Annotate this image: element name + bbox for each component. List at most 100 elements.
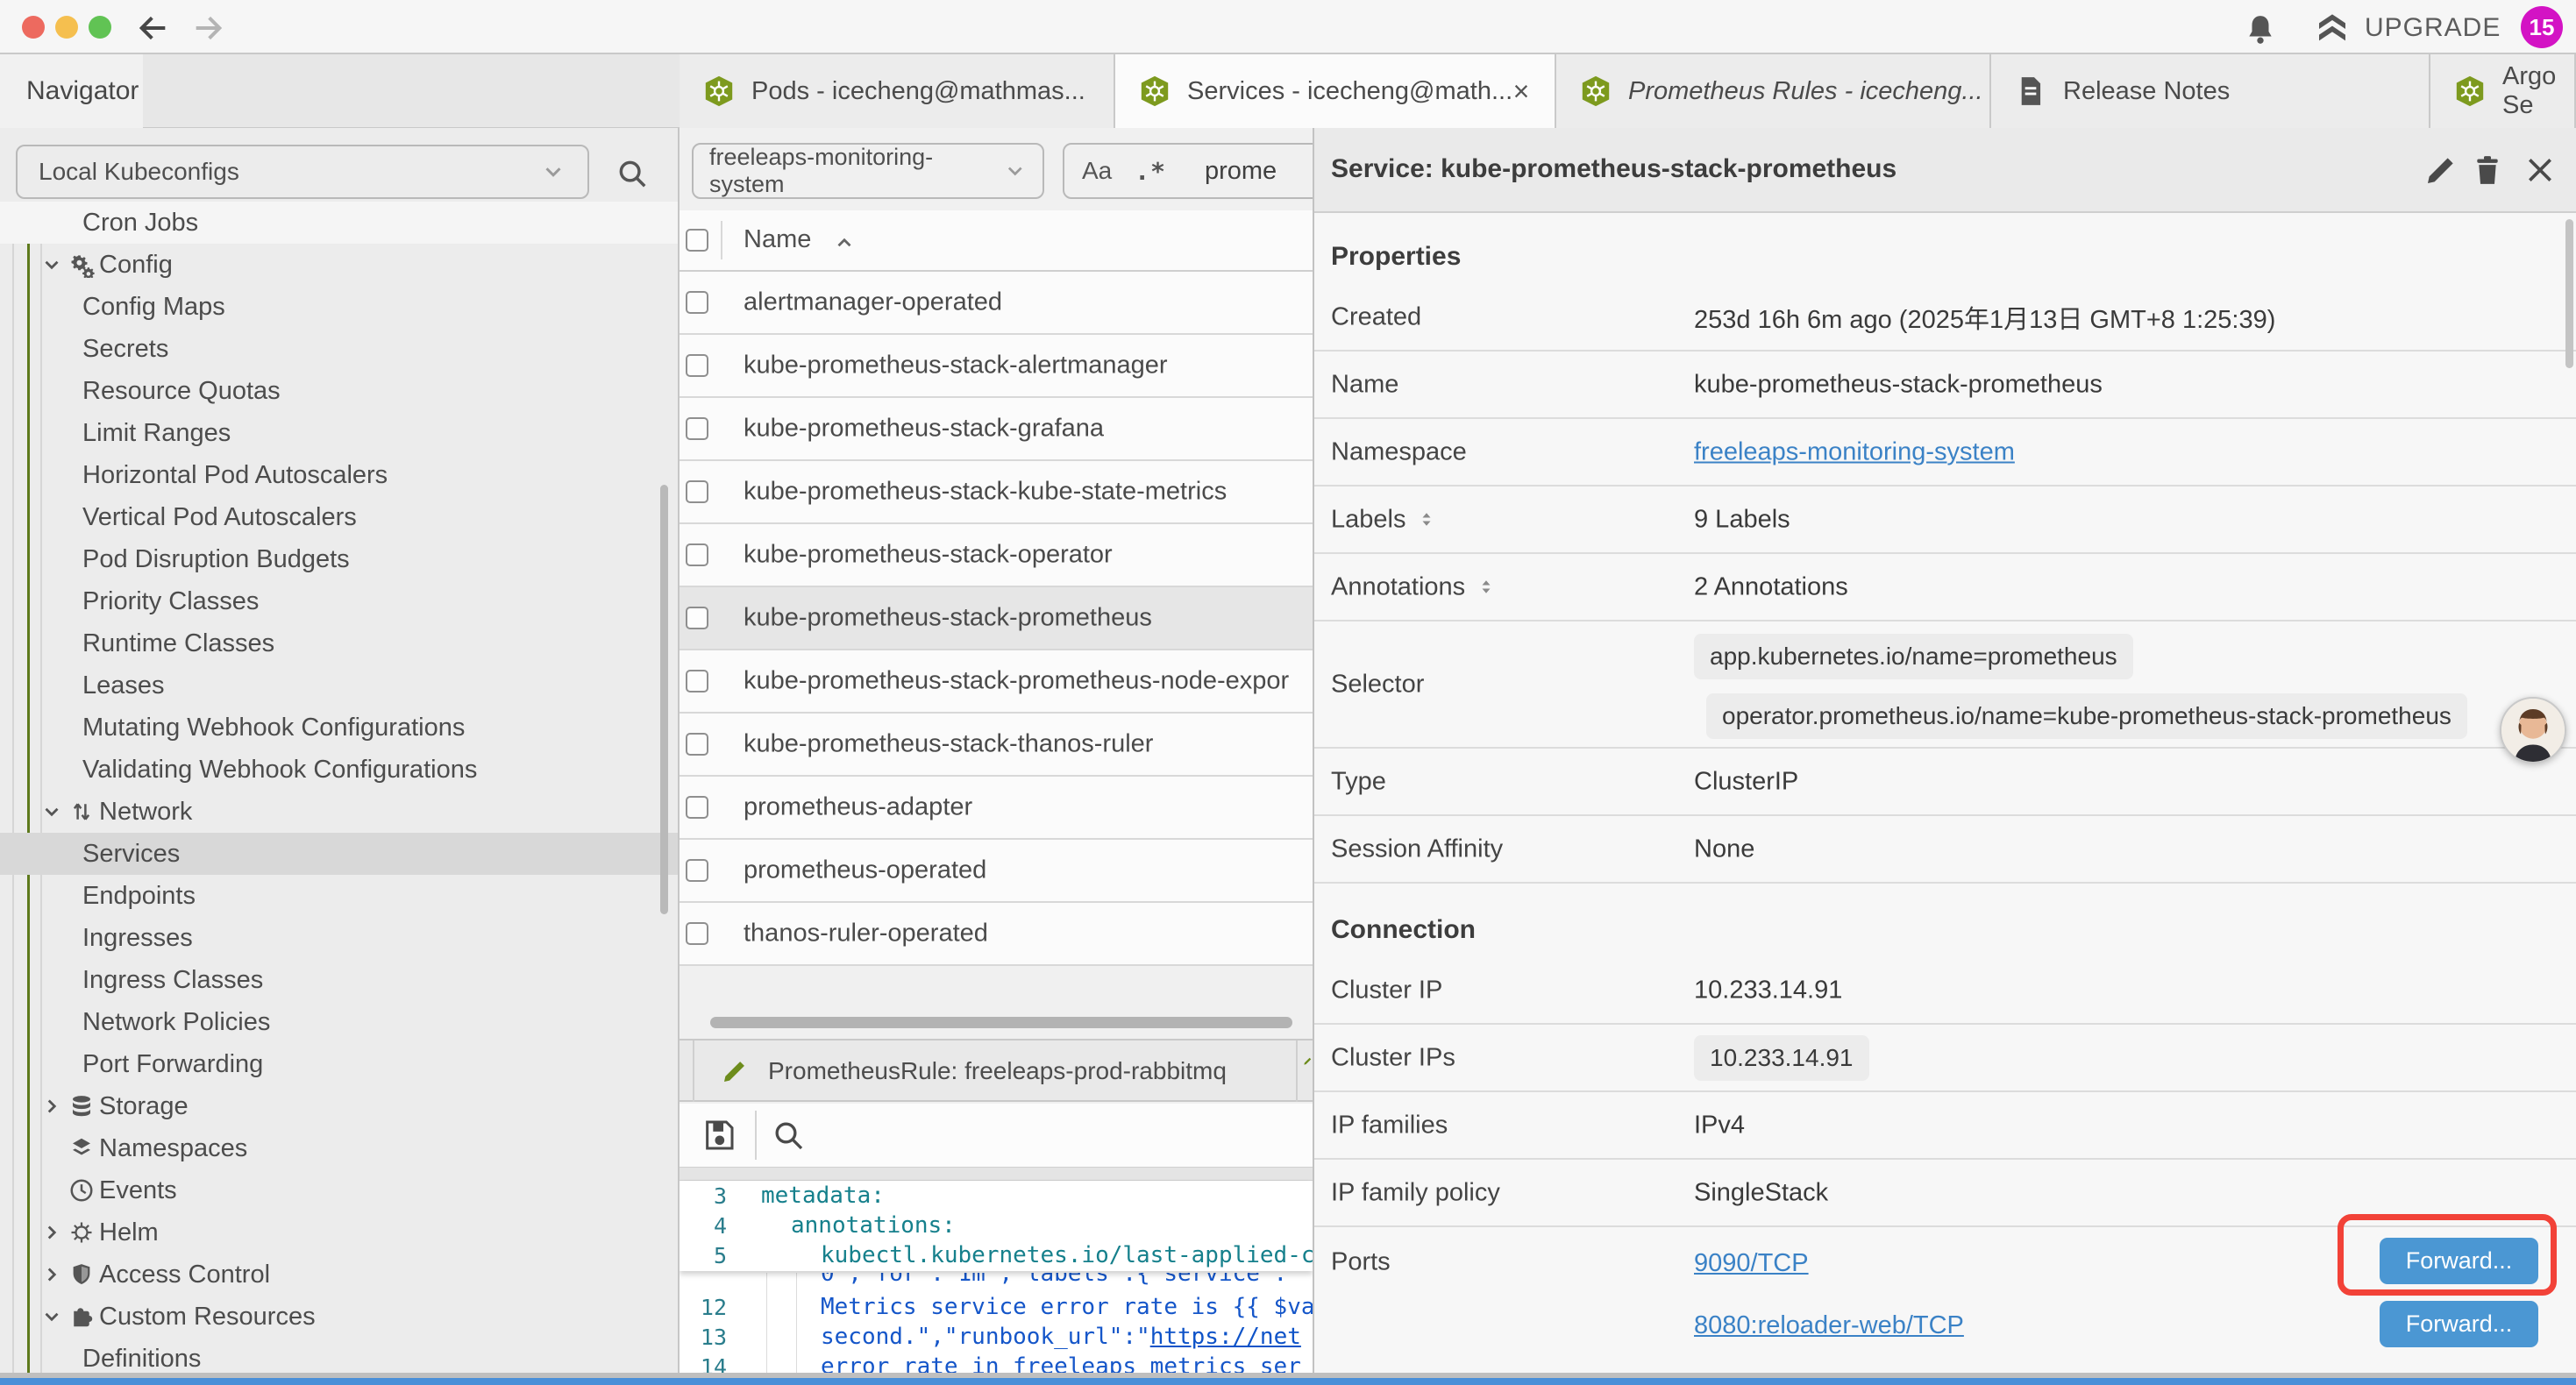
save-icon[interactable]	[701, 1118, 737, 1153]
forward-button[interactable]: Forward...	[2380, 1301, 2538, 1347]
sort-updown-icon[interactable]	[1476, 577, 1497, 598]
namespace-select[interactable]: freeleaps-monitoring-system	[692, 143, 1044, 199]
sidebar-item-custom-resources[interactable]: Custom Resources	[0, 1296, 680, 1338]
sidebar-item-config[interactable]: Config	[0, 244, 680, 286]
port-link[interactable]: 8080:reloader-web/TCP	[1694, 1311, 1964, 1340]
sidebar-item-ingress-classes[interactable]: Ingress Classes	[0, 959, 680, 1001]
tab-services-icecheng-math[interactable]: Services - icecheng@math...×	[1115, 54, 1556, 128]
sidebar-item-pod-disruption-budgets[interactable]: Pod Disruption Budgets	[0, 538, 680, 580]
forward-arrow-icon[interactable]	[190, 11, 225, 46]
tab-release-notes[interactable]: Release Notes	[1991, 54, 2430, 128]
sidebar-item-runtime-classes[interactable]: Runtime Classes	[0, 622, 680, 664]
close-window-button[interactable]	[22, 16, 45, 39]
sidebar-item-storage[interactable]: Storage	[0, 1085, 680, 1127]
close-tab-icon[interactable]: ×	[1504, 74, 1539, 109]
sidebar-item-ingresses[interactable]: Ingresses	[0, 917, 680, 959]
sidebar-item-helm[interactable]: Helm	[0, 1211, 680, 1254]
sidebar-item-namespaces[interactable]: Namespaces	[0, 1127, 680, 1169]
sidebar-item-endpoints[interactable]: Endpoints	[0, 875, 680, 917]
chevron-down-icon[interactable]	[40, 800, 63, 823]
table-row[interactable]: kube-prometheus-stack-prometheus	[680, 587, 1313, 650]
regex-toggle[interactable]: .*	[1135, 157, 1166, 186]
chevron-right-icon[interactable]	[40, 1263, 63, 1286]
table-row[interactable]: kube-prometheus-stack-kube-state-metrics	[680, 461, 1313, 524]
sidebar-item-leases[interactable]: Leases	[0, 664, 680, 707]
sidebar-item-limit-ranges[interactable]: Limit Ranges	[0, 412, 680, 454]
minimize-window-button[interactable]	[55, 16, 78, 39]
chevron-right-icon[interactable]	[40, 1095, 63, 1118]
editor-search-icon[interactable]	[771, 1118, 806, 1153]
select-all-checkbox[interactable]	[686, 229, 708, 252]
sidebar-item-secrets[interactable]: Secrets	[0, 328, 680, 370]
table-row[interactable]: kube-prometheus-stack-grafana	[680, 398, 1313, 461]
edit-pencil-icon[interactable]	[2423, 153, 2459, 188]
row-checkbox[interactable]	[686, 922, 708, 945]
sort-updown-icon[interactable]	[1416, 509, 1437, 530]
back-arrow-icon[interactable]	[136, 11, 171, 46]
table-row[interactable]: kube-prometheus-stack-alertmanager	[680, 335, 1313, 398]
upgrade-label[interactable]: UPGRADE	[2365, 13, 2501, 43]
sidebar-item-vertical-pod-autoscalers[interactable]: Vertical Pod Autoscalers	[0, 496, 680, 538]
horizontal-scrollbar[interactable]	[710, 1017, 1292, 1028]
row-checkbox[interactable]	[686, 733, 708, 756]
sidebar-item-horizontal-pod-autoscalers[interactable]: Horizontal Pod Autoscalers	[0, 454, 680, 496]
code-link[interactable]: https://net	[1150, 1324, 1301, 1350]
kubeconfig-select[interactable]: Local Kubeconfigs	[16, 145, 589, 199]
table-row[interactable]: kube-prometheus-stack-prometheus-node-ex…	[680, 650, 1313, 714]
tab-prometheus-rules-icecheng[interactable]: Prometheus Rules - icecheng...	[1556, 54, 1991, 128]
chevron-down-icon[interactable]	[40, 253, 63, 276]
tab-pods-icecheng-mathmas[interactable]: Pods - icecheng@mathmas...	[680, 54, 1115, 128]
sidebar-item-events[interactable]: Events	[0, 1169, 680, 1211]
table-row[interactable]: kube-prometheus-stack-operator	[680, 524, 1313, 587]
row-checkbox[interactable]	[686, 291, 708, 314]
name-column-header[interactable]: Name	[744, 225, 811, 254]
sidebar-item-cron-jobs[interactable]: Cron Jobs	[0, 202, 680, 244]
zoom-window-button[interactable]	[89, 16, 111, 39]
table-row[interactable]: prometheus-adapter	[680, 777, 1313, 840]
sidebar-item-config-maps[interactable]: Config Maps	[0, 286, 680, 328]
row-checkbox[interactable]	[686, 354, 708, 377]
sort-ascending-icon[interactable]	[833, 231, 856, 254]
row-checkbox[interactable]	[686, 543, 708, 566]
sidebar-item-validating-webhook-configurations[interactable]: Validating Webhook Configurations	[0, 749, 680, 791]
row-checkbox[interactable]	[686, 796, 708, 819]
row-checkbox[interactable]	[686, 670, 708, 692]
sidebar-item-access-control[interactable]: Access Control	[0, 1254, 680, 1296]
delete-trash-icon[interactable]	[2470, 153, 2505, 188]
sidebar-item-network-policies[interactable]: Network Policies	[0, 1001, 680, 1043]
bell-icon[interactable]	[2243, 12, 2278, 47]
sidebar-search-icon[interactable]	[616, 157, 649, 190]
upgrade-chevrons-icon[interactable]	[2315, 11, 2350, 46]
sidebar-item-resource-quotas[interactable]: Resource Quotas	[0, 370, 680, 412]
detail-row-selector: Selectorapp.kubernetes.io/name=prometheu…	[1314, 621, 2576, 749]
editor-tab-prometheusrule[interactable]: PrometheusRule: freeleaps-prod-rabbitmq	[693, 1041, 1298, 1102]
row-checkbox[interactable]	[686, 417, 708, 440]
port-link[interactable]: 9090/TCP	[1694, 1249, 1809, 1278]
namespace-link[interactable]: freeleaps-monitoring-system	[1694, 437, 2015, 466]
resource-search-input[interactable]: Aa .* prome	[1063, 143, 1313, 199]
table-row[interactable]: thanos-ruler-operated	[680, 903, 1313, 966]
row-checkbox[interactable]	[686, 859, 708, 882]
tab-navigator[interactable]: Navigator	[0, 54, 143, 128]
row-checkbox[interactable]	[686, 480, 708, 503]
table-row[interactable]: kube-prometheus-stack-thanos-ruler	[680, 714, 1313, 777]
panel-scrollbar[interactable]	[2565, 219, 2573, 368]
yaml-editor[interactable]: 3metadata:4annotations:5kubectl.kubernet…	[680, 1181, 1313, 1385]
sidebar-item-priority-classes[interactable]: Priority Classes	[0, 580, 680, 622]
notification-badge[interactable]: 15	[2521, 6, 2563, 48]
match-case-toggle[interactable]: Aa	[1082, 157, 1112, 185]
user-avatar[interactable]	[2500, 697, 2566, 764]
table-row[interactable]: alertmanager-operated	[680, 272, 1313, 335]
table-row[interactable]: prometheus-operated	[680, 840, 1313, 903]
sidebar-item-mutating-webhook-configurations[interactable]: Mutating Webhook Configurations	[0, 707, 680, 749]
chevron-right-icon[interactable]	[40, 1221, 63, 1244]
sidebar-item-port-forwarding[interactable]: Port Forwarding	[0, 1043, 680, 1085]
editor-tab-partial[interactable]	[1303, 1056, 1313, 1066]
chevron-down-icon[interactable]	[40, 1305, 63, 1328]
row-checkbox[interactable]	[686, 607, 708, 629]
sidebar-scrollbar[interactable]	[660, 485, 668, 914]
sidebar-item-network[interactable]: Network	[0, 791, 680, 833]
tab-argo-se[interactable]: Argo Se	[2430, 54, 2576, 128]
close-icon[interactable]	[2523, 153, 2558, 188]
sidebar-item-services[interactable]: Services	[0, 833, 680, 875]
